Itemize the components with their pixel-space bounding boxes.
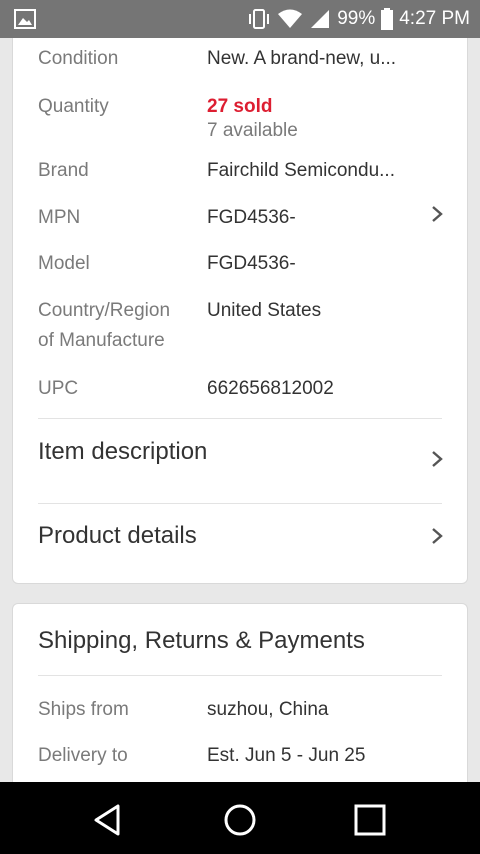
home-icon[interactable] — [220, 800, 260, 840]
back-icon[interactable] — [88, 800, 128, 840]
navigation-bar — [0, 782, 480, 854]
country-label-line1: Country/Region — [38, 300, 171, 321]
quantity-sold: 27 sold — [207, 96, 273, 117]
delivery-label: Delivery to — [38, 745, 128, 766]
model-value: FGD4536- — [207, 253, 296, 274]
signal-icon — [311, 10, 330, 28]
upc-label: UPC — [38, 378, 79, 399]
chevron-right-icon[interactable] — [429, 449, 445, 469]
mpn-row[interactable]: MPN FGD4536- — [13, 189, 467, 235]
condition-label: Condition — [38, 48, 119, 69]
divider — [38, 675, 442, 676]
clock: 4:27 PM — [399, 8, 470, 29]
item-description-row[interactable]: Item description — [13, 419, 467, 503]
chevron-right-icon[interactable] — [429, 526, 445, 546]
mpn-label: MPN — [38, 207, 81, 228]
vibrate-icon — [249, 9, 270, 29]
quantity-available: 7 available — [207, 120, 298, 141]
brand-value: Fairchild Semicondu... — [207, 160, 395, 181]
battery-icon — [381, 8, 394, 30]
ships-from-value: suzhou, China — [207, 699, 329, 720]
model-label: Model — [38, 253, 90, 274]
brand-label: Brand — [38, 160, 89, 181]
item-description-title: Item description — [38, 438, 208, 465]
mpn-value: FGD4536- — [207, 207, 296, 228]
image-notification-icon — [14, 9, 36, 29]
battery-percent: 99% — [337, 8, 376, 29]
status-bar: 99% 4:27 PM — [0, 0, 480, 38]
shipping-card: Shipping, Returns & Payments Ships from … — [12, 603, 468, 782]
item-specifics-card: Condition New. A brand-new, u... Quantit… — [12, 38, 468, 584]
condition-value: New. A brand-new, u... — [207, 48, 397, 69]
shipping-title: Shipping, Returns & Payments — [38, 627, 365, 654]
product-details-row[interactable]: Product details — [13, 504, 467, 584]
ships-from-label: Ships from — [38, 699, 129, 720]
product-details-title: Product details — [38, 522, 197, 549]
delivery-value: Est. Jun 5 - Jun 25 — [207, 745, 366, 766]
chevron-right-icon[interactable] — [429, 204, 445, 224]
country-value: United States — [207, 300, 322, 321]
quantity-label: Quantity — [38, 96, 109, 117]
recent-apps-icon[interactable] — [350, 800, 390, 840]
country-label-line2: of Manufacture — [38, 330, 165, 351]
upc-value: 662656812002 — [207, 378, 334, 399]
wifi-icon — [278, 9, 303, 28]
content-area[interactable]: Condition New. A brand-new, u... Quantit… — [0, 38, 480, 782]
